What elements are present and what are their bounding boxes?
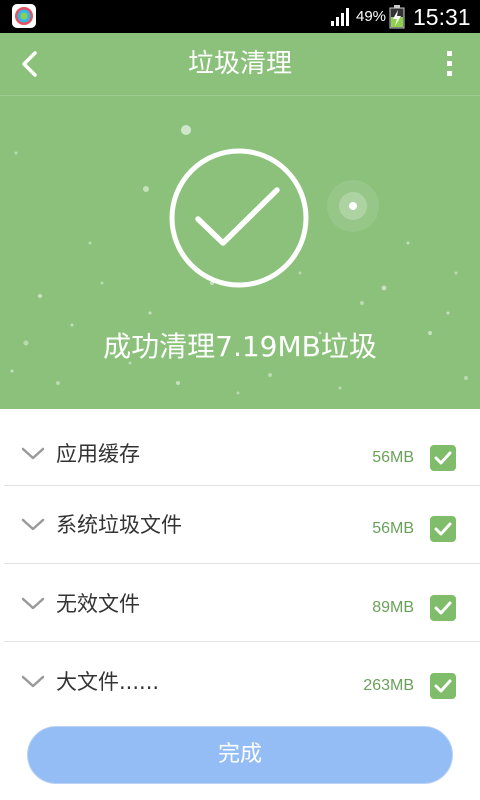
checkmark-icon [434,601,452,615]
list-item-app-cache[interactable]: 应用缓存 56MB [0,414,480,492]
item-label: 大文件...... [56,670,160,694]
toolbar: 垃圾清理 [0,33,480,96]
item-checkbox[interactable] [430,595,456,621]
list-item-invalid-files[interactable]: 无效文件 89MB [0,564,480,642]
battery-percent: 49% [356,8,387,25]
item-size: 56MB [372,449,414,466]
result-text: 成功清理7.19MB垃圾 [103,330,377,363]
list-item-large-files[interactable]: 大文件...... 263MB [0,642,480,720]
more-menu-button[interactable] [438,47,462,81]
checkmark-icon [434,679,452,693]
more-vertical-icon [447,51,452,76]
chevron-down-icon[interactable] [20,674,46,690]
check-circle-icon [169,148,309,288]
item-label: 无效文件 [56,592,140,616]
done-button[interactable]: 完成 [27,726,453,784]
pulse-dot-decoration [327,180,379,232]
signal-bars-icon [331,8,349,26]
item-checkbox[interactable] [430,516,456,542]
item-size: 263MB [363,677,414,694]
item-size: 89MB [372,599,414,616]
list-item-system-junk[interactable]: 系统垃圾文件 56MB [0,485,480,563]
battery-charging-icon [389,5,405,29]
chevron-down-icon[interactable] [20,446,46,462]
chevron-down-icon[interactable] [20,596,46,612]
checkmark-icon [434,522,452,536]
checkmark-icon [434,451,452,465]
result-hero: 垃圾清理 成功清理7.19MB垃圾 [0,33,480,409]
chevron-down-icon[interactable] [20,517,46,533]
item-checkbox[interactable] [430,673,456,699]
item-size: 56MB [372,520,414,537]
clock: 15:31 [413,4,471,30]
item-label: 应用缓存 [56,442,140,466]
status-bar: 49% 15:31 [0,0,480,33]
page-title: 垃圾清理 [187,49,292,79]
shield-app-icon [12,4,36,28]
item-label: 系统垃圾文件 [56,513,182,537]
item-checkbox[interactable] [430,445,456,471]
